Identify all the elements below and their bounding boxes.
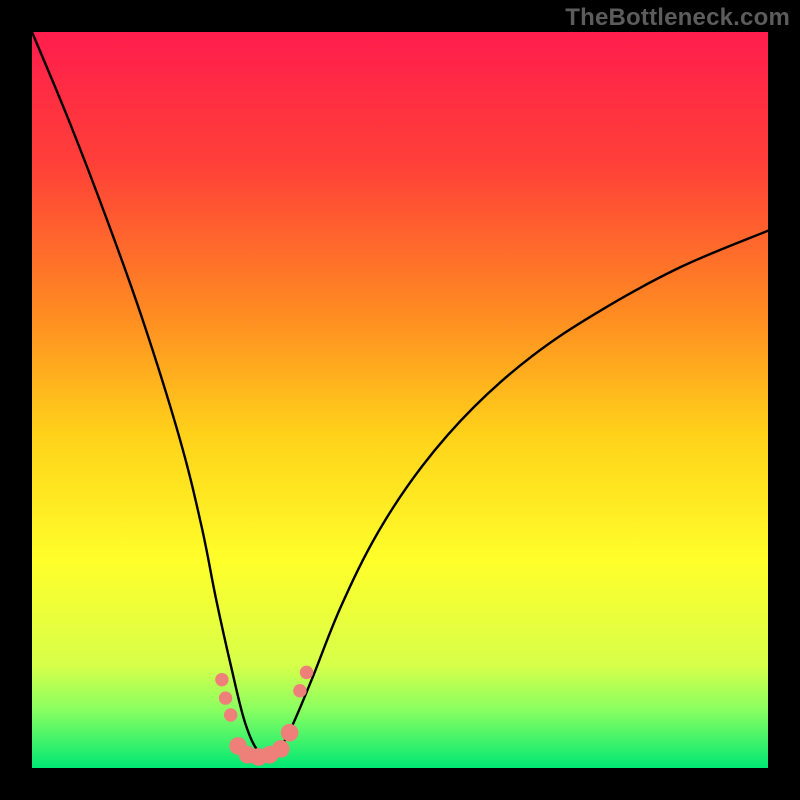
marker-dot: [300, 666, 313, 679]
gradient-background: [32, 32, 768, 768]
marker-dot: [215, 673, 228, 686]
watermark-text: TheBottleneck.com: [565, 4, 790, 32]
marker-dot: [281, 724, 299, 742]
marker-dot: [293, 684, 306, 697]
chart-area: [32, 32, 768, 768]
marker-dot: [219, 691, 232, 704]
bottleneck-chart: [32, 32, 768, 768]
marker-dot: [272, 740, 290, 758]
marker-dot: [224, 708, 237, 721]
